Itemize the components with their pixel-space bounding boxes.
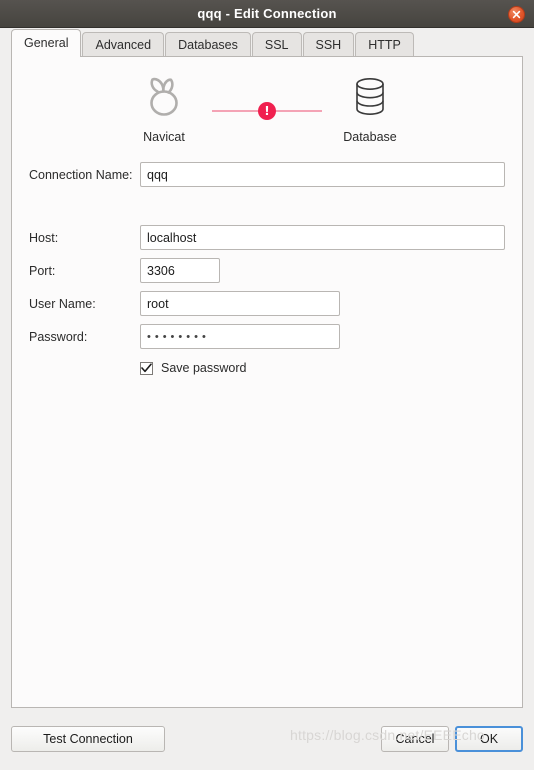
save-password-checkbox[interactable] — [140, 361, 153, 375]
tab-http[interactable]: HTTP — [355, 32, 414, 57]
ok-button[interactable]: OK — [455, 726, 523, 752]
user-name-label: User Name: — [29, 296, 96, 311]
connection-link: ! — [212, 102, 322, 120]
dialog-button-bar: Test Connection Cancel OK https://blog.c… — [0, 708, 534, 770]
general-tab-panel: Navicat ! Database Connection Name: qqq … — [11, 56, 523, 708]
connection-diagram: Navicat ! Database — [12, 57, 522, 144]
navicat-logo-icon — [141, 77, 187, 123]
cancel-button[interactable]: Cancel — [381, 726, 449, 752]
host-row: Host: — [29, 225, 505, 250]
tab-ssh[interactable]: SSH — [302, 32, 355, 57]
tab-databases[interactable]: Databases — [165, 32, 251, 57]
password-row: Password: — [29, 324, 505, 349]
port-input[interactable] — [140, 258, 220, 283]
database-node: Database — [322, 75, 418, 144]
user-name-row: User Name: — [29, 291, 505, 316]
save-password-row: Save password — [29, 361, 505, 375]
tab-bar: General Advanced Databases SSL SSH HTTP — [0, 28, 534, 57]
connection-form: Connection Name: Host: Port: User Name: … — [12, 144, 522, 375]
host-label: Host: — [29, 230, 59, 245]
database-label: Database — [343, 130, 397, 144]
navicat-node: Navicat — [116, 75, 212, 144]
window-title: qqq - Edit Connection — [197, 6, 337, 21]
database-cylinder-icon — [350, 78, 390, 123]
window-titlebar: qqq - Edit Connection — [0, 0, 534, 28]
password-input[interactable] — [140, 324, 340, 349]
tab-general[interactable]: General — [11, 29, 82, 57]
host-input[interactable] — [140, 225, 505, 250]
error-exclamation-icon[interactable]: ! — [258, 102, 276, 120]
port-row: Port: — [29, 258, 505, 283]
navicat-label: Navicat — [143, 130, 185, 144]
connection-name-input[interactable] — [140, 162, 505, 187]
password-label: Password: — [29, 329, 88, 344]
tab-advanced[interactable]: Advanced — [82, 32, 165, 57]
connection-name-label: Connection Name: — [29, 167, 133, 182]
tab-ssl[interactable]: SSL — [251, 32, 302, 57]
save-password-label[interactable]: Save password — [161, 361, 246, 375]
close-icon[interactable] — [508, 6, 525, 23]
user-name-input[interactable] — [140, 291, 340, 316]
port-label: Port: — [29, 263, 56, 278]
test-connection-button[interactable]: Test Connection — [11, 726, 165, 752]
connection-name-row: Connection Name: — [29, 162, 505, 187]
error-bang-glyph: ! — [264, 104, 270, 118]
